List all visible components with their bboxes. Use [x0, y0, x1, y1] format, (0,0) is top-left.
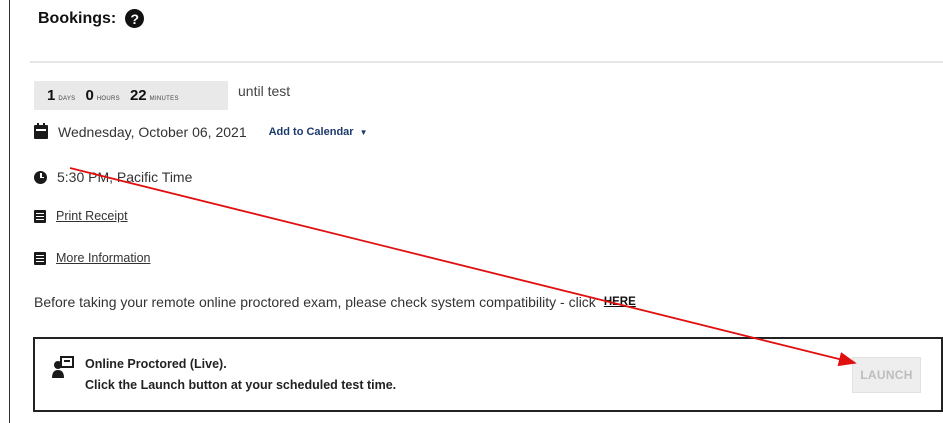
question-circle-icon[interactable]: ? — [125, 9, 145, 28]
countdown-box: 1 DAYS 0 HOURS 22 MINUTES — [34, 81, 228, 110]
more-information-row: More Information — [34, 251, 150, 265]
print-receipt-row: Print Receipt — [34, 209, 128, 223]
caret-down-icon: ▼ — [359, 127, 368, 137]
exam-card: Online Proctored (Live). Click the Launc… — [33, 337, 943, 412]
document-icon — [34, 209, 46, 223]
countdown-minutes: 22 MINUTES — [130, 87, 179, 104]
calendar-icon — [34, 123, 48, 139]
countdown-days: 1 DAYS — [47, 87, 75, 104]
more-information-link[interactable]: More Information — [56, 251, 150, 265]
page-title: Bookings: — [38, 9, 117, 27]
add-to-calendar-button[interactable]: Add to Calendar ▼ — [269, 126, 368, 138]
days-value: 1 — [47, 87, 56, 104]
minutes-value: 22 — [129, 87, 147, 104]
exam-date: Wednesday, October 06, 2021 — [58, 124, 247, 140]
compatibility-text: Before taking your remote online proctor… — [34, 294, 596, 310]
clock-icon — [34, 170, 47, 184]
countdown-hours: 0 HOURS — [85, 87, 120, 104]
bookings-heading: Bookings: ? — [38, 9, 145, 28]
exam-type-title: Online Proctored (Live). — [85, 357, 227, 371]
compatibility-row: Before taking your remote online proctor… — [34, 294, 636, 310]
divider — [30, 61, 943, 63]
countdown-timer: 1 DAYS 0 HOURS 22 MINUTES until test — [34, 81, 290, 110]
minutes-label: MINUTES — [149, 96, 179, 102]
hours-label: HOURS — [96, 96, 120, 102]
document-icon — [34, 251, 46, 265]
launch-button[interactable]: LAUNCH — [852, 357, 921, 393]
countdown-suffix: until test — [238, 82, 291, 99]
date-row: Wednesday, October 06, 2021 Add to Calen… — [34, 123, 368, 140]
print-receipt-link[interactable]: Print Receipt — [56, 209, 128, 223]
exam-time: 5:30 PM, Pacific Time — [57, 169, 193, 185]
days-label: DAYS — [58, 96, 76, 102]
add-to-calendar-label: Add to Calendar — [268, 126, 354, 138]
here-link[interactable]: HERE — [604, 296, 636, 308]
proctor-person-icon — [52, 356, 74, 378]
time-row: 5:30 PM, Pacific Time — [34, 169, 192, 185]
exam-instructions: Click the Launch button at your schedule… — [85, 378, 397, 392]
hours-value: 0 — [85, 87, 94, 104]
